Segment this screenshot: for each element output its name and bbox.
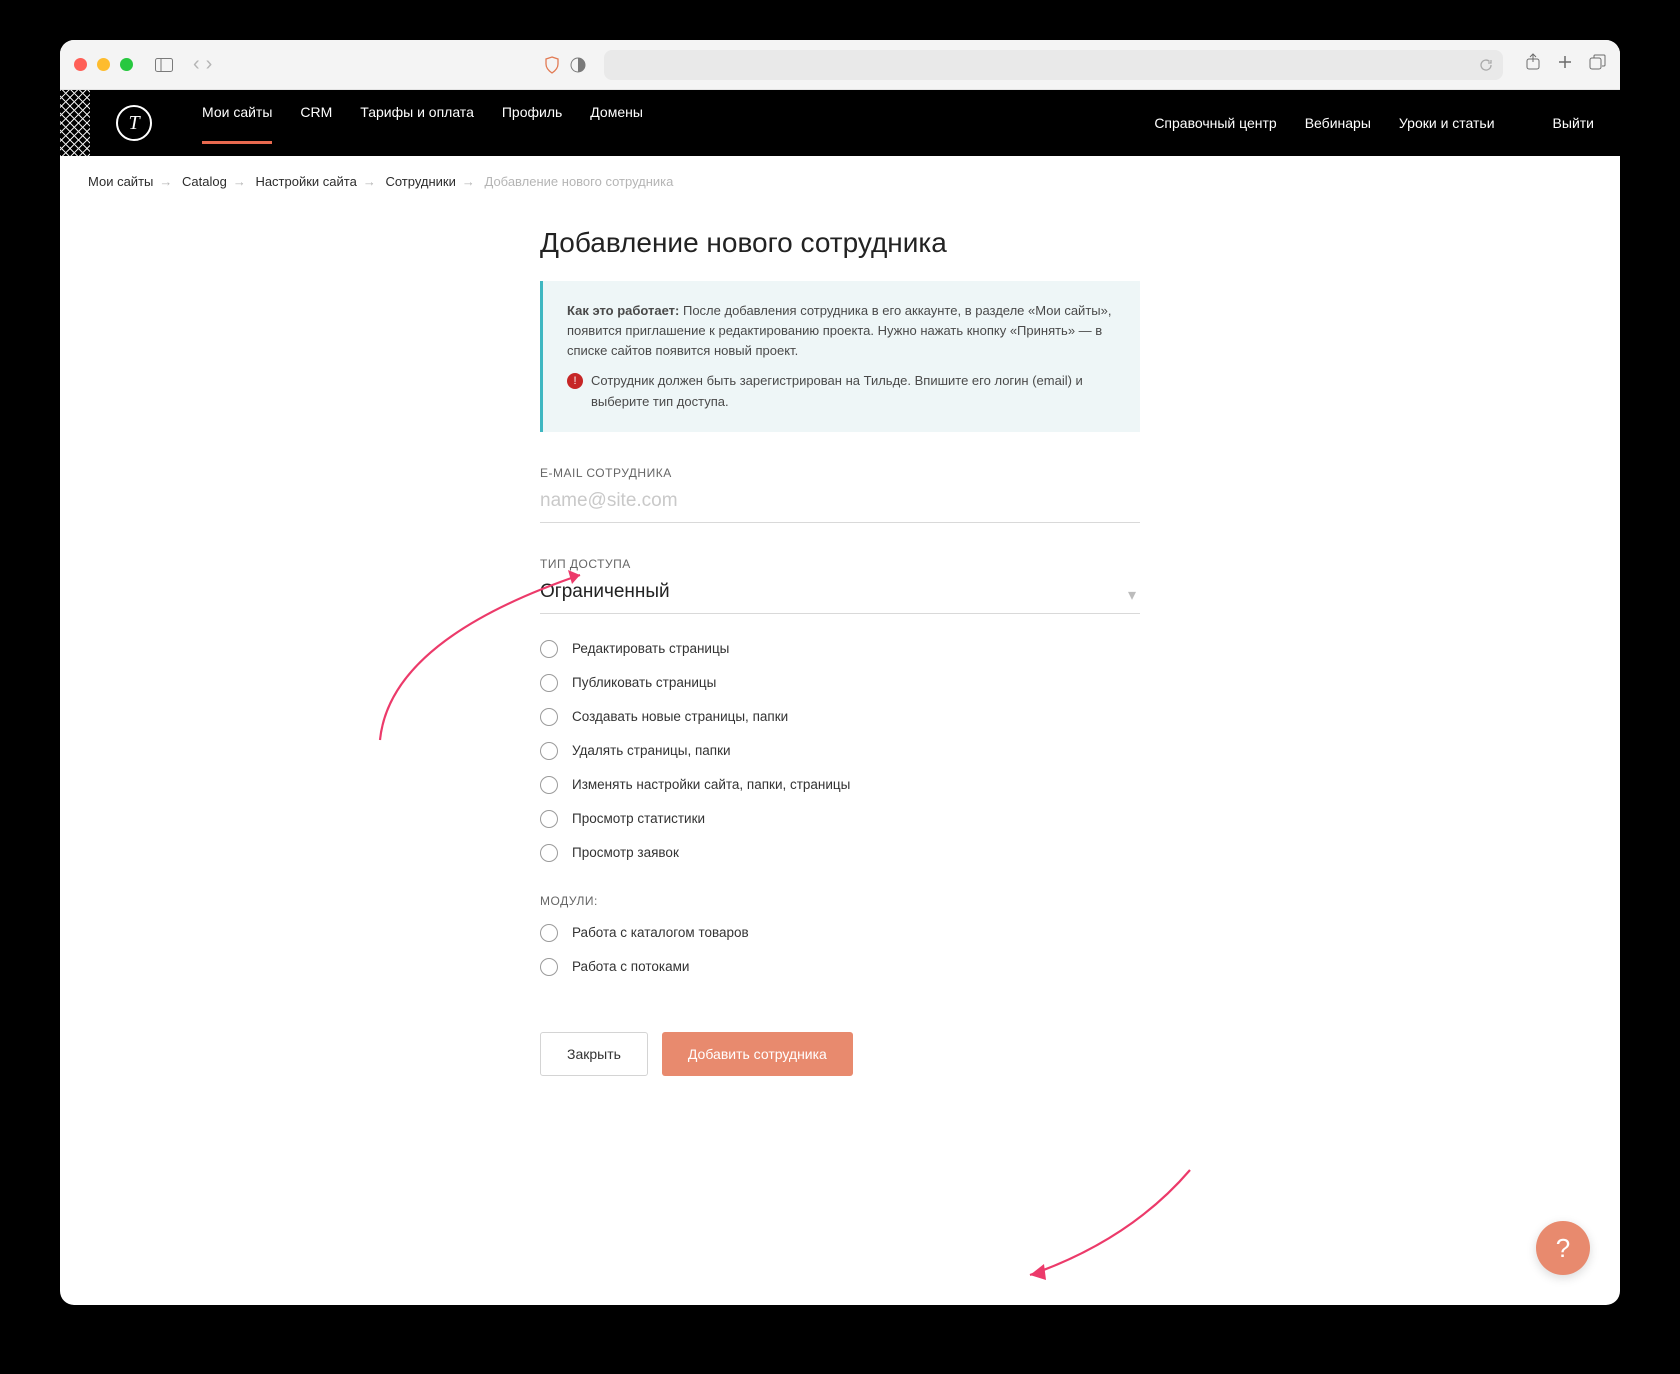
perm-create-pages[interactable]: Создавать новые страницы, папки bbox=[540, 708, 1140, 726]
nav-right: Справочный центр Вебинары Уроки и статьи… bbox=[1154, 115, 1594, 131]
perm-publish-pages[interactable]: Публиковать страницы bbox=[540, 674, 1140, 692]
access-label: ТИП ДОСТУПА bbox=[540, 557, 1140, 571]
annotation-arrow-submit bbox=[1010, 1160, 1210, 1300]
email-label: E-MAIL СОТРУДНИКА bbox=[540, 466, 1140, 480]
perm-view-stats[interactable]: Просмотр статистики bbox=[540, 810, 1140, 828]
breadcrumb: Мои сайты→ Catalog→ Настройки сайта→ Сот… bbox=[60, 156, 1620, 207]
radio-icon bbox=[540, 708, 558, 726]
browser-chrome: ‹ › bbox=[60, 40, 1620, 90]
nav-webinars[interactable]: Вебинары bbox=[1305, 115, 1371, 131]
nav-logout[interactable]: Выйти bbox=[1553, 115, 1594, 131]
nav-item-crm[interactable]: CRM bbox=[300, 104, 332, 142]
nav-item-my-sites[interactable]: Мои сайты bbox=[202, 104, 272, 142]
nav-item-profile[interactable]: Профиль bbox=[502, 104, 562, 142]
perm-delete-pages[interactable]: Удалять страницы, папки bbox=[540, 742, 1140, 760]
perm-view-requests[interactable]: Просмотр заявок bbox=[540, 844, 1140, 862]
info-box: Как это работает: После добавления сотру… bbox=[540, 281, 1140, 432]
crumb-employees[interactable]: Сотрудники bbox=[385, 174, 455, 189]
warning-text: Сотрудник должен быть зарегистрирован на… bbox=[591, 371, 1116, 411]
radio-icon bbox=[540, 674, 558, 692]
nav-forward-icon[interactable]: › bbox=[206, 53, 213, 76]
main-content: Добавление нового сотрудника Как это раб… bbox=[540, 227, 1140, 1076]
tabs-icon[interactable] bbox=[1589, 54, 1606, 76]
modules-label: МОДУЛИ: bbox=[540, 894, 1140, 908]
nav-help-center[interactable]: Справочный центр bbox=[1154, 115, 1276, 131]
browser-window: ‹ › T Мои сайты CRM Тарифы и оплата Проф… bbox=[60, 40, 1620, 1305]
form-actions: Закрыть Добавить сотрудника bbox=[540, 1032, 1140, 1076]
permissions-list: Редактировать страницы Публиковать стран… bbox=[540, 640, 1140, 862]
nav-item-tariffs[interactable]: Тарифы и оплата bbox=[360, 104, 474, 142]
modules-list: Работа с каталогом товаров Работа с пото… bbox=[540, 924, 1140, 976]
privacy-icon[interactable] bbox=[570, 57, 586, 73]
nav-links: Мои сайты CRM Тарифы и оплата Профиль До… bbox=[202, 104, 643, 142]
sidebar-toggle-icon[interactable] bbox=[155, 58, 173, 72]
help-button[interactable]: ? bbox=[1536, 1221, 1590, 1275]
window-zoom-icon[interactable] bbox=[120, 58, 133, 71]
nav-arrows: ‹ › bbox=[193, 53, 212, 76]
nav-back-icon[interactable]: ‹ bbox=[193, 53, 200, 76]
crumb-my-sites[interactable]: Мои сайты bbox=[88, 174, 153, 189]
shield-icon[interactable] bbox=[544, 56, 560, 74]
warning-icon: ! bbox=[567, 373, 583, 389]
crumb-current: Добавление нового сотрудника bbox=[485, 174, 674, 189]
perm-edit-pages[interactable]: Редактировать страницы bbox=[540, 640, 1140, 658]
radio-icon bbox=[540, 844, 558, 862]
nav-articles[interactable]: Уроки и статьи bbox=[1399, 115, 1495, 131]
access-type-select[interactable] bbox=[540, 571, 1140, 614]
radio-icon bbox=[540, 924, 558, 942]
radio-icon bbox=[540, 958, 558, 976]
radio-icon bbox=[540, 742, 558, 760]
radio-icon bbox=[540, 776, 558, 794]
crumb-catalog[interactable]: Catalog bbox=[182, 174, 227, 189]
page-title: Добавление нового сотрудника bbox=[540, 227, 1140, 259]
chrome-right bbox=[1525, 53, 1606, 76]
address-bar[interactable] bbox=[604, 50, 1503, 80]
top-nav: T Мои сайты CRM Тарифы и оплата Профиль … bbox=[60, 90, 1620, 156]
brand-pattern bbox=[60, 90, 90, 156]
share-icon[interactable] bbox=[1525, 53, 1541, 76]
perm-edit-settings[interactable]: Изменять настройки сайта, папки, страниц… bbox=[540, 776, 1140, 794]
crumb-site-settings[interactable]: Настройки сайта bbox=[255, 174, 356, 189]
close-button[interactable]: Закрыть bbox=[540, 1032, 648, 1076]
window-minimize-icon[interactable] bbox=[97, 58, 110, 71]
module-catalog[interactable]: Работа с каталогом товаров bbox=[540, 924, 1140, 942]
add-employee-button[interactable]: Добавить сотрудника bbox=[662, 1032, 853, 1076]
module-streams[interactable]: Работа с потоками bbox=[540, 958, 1140, 976]
radio-icon bbox=[540, 810, 558, 828]
new-tab-icon[interactable] bbox=[1557, 54, 1573, 75]
radio-icon bbox=[540, 640, 558, 658]
traffic-lights bbox=[74, 58, 133, 71]
info-bold: Как это работает: bbox=[567, 303, 679, 318]
window-close-icon[interactable] bbox=[74, 58, 87, 71]
nav-item-domains[interactable]: Домены bbox=[590, 104, 643, 142]
reload-icon[interactable] bbox=[1479, 58, 1493, 72]
email-field[interactable] bbox=[540, 480, 1140, 523]
brand-logo[interactable]: T bbox=[116, 105, 152, 141]
